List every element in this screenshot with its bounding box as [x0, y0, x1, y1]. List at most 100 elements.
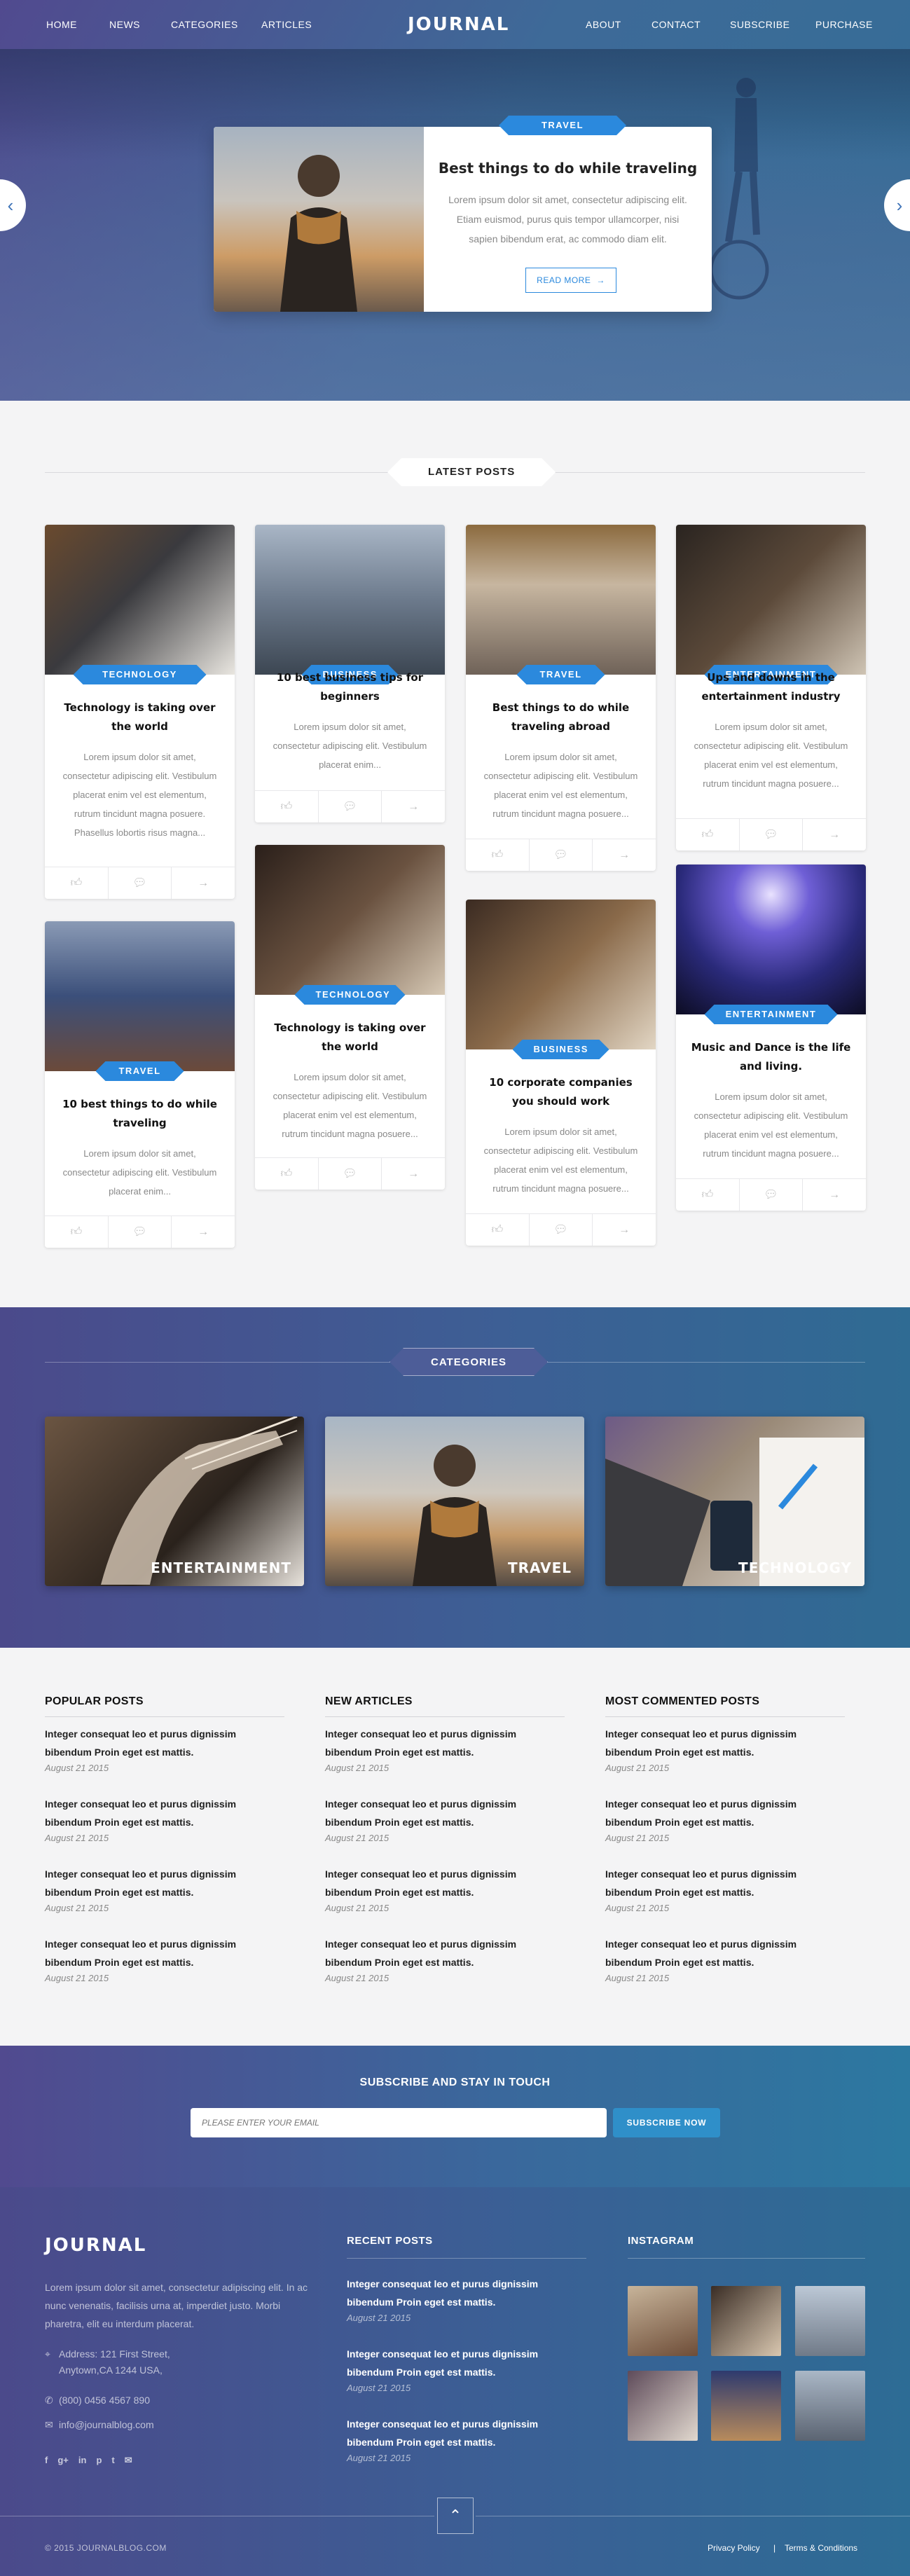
arrow-right-icon[interactable]: → — [593, 1214, 656, 1246]
nav-home[interactable]: HOME — [46, 19, 77, 30]
featured-post-tag[interactable]: TRAVEL — [499, 116, 626, 135]
list-item[interactable]: Integer consequat leo et purus dignissim… — [325, 1865, 565, 1913]
instagram-photo[interactable] — [628, 2371, 698, 2441]
nav-categories[interactable]: CATEGORIES — [171, 19, 238, 30]
list-item-title[interactable]: Integer consequat leo et purus dignissim… — [605, 1935, 845, 1971]
post-card-title[interactable]: Technology is taking over the world — [269, 1019, 431, 1056]
post-card-tag[interactable]: ENTERTAINMENT — [705, 1005, 838, 1024]
thumbs-up-icon[interactable]: 👍︎ — [466, 839, 530, 871]
post-card[interactable]: BUSINESS 10 best business tips for beginn… — [255, 525, 445, 822]
email-icon[interactable]: ✉ — [125, 2455, 132, 2466]
list-item-title[interactable]: Integer consequat leo et purus dignissim… — [605, 1725, 845, 1761]
post-card[interactable]: TECHNOLOGY Technology is taking over the … — [255, 845, 445, 1190]
category-travel[interactable]: TRAVEL — [325, 1417, 584, 1586]
list-item-title[interactable]: Integer consequat leo et purus dignissim… — [325, 1725, 565, 1761]
thumbs-up-icon[interactable]: 👍︎ — [466, 1214, 530, 1246]
google-plus-icon[interactable]: g+ — [57, 2455, 69, 2466]
list-item-title[interactable]: Integer consequat leo et purus dignissim… — [45, 1725, 284, 1761]
post-card[interactable]: BUSINESS 10 corporate companies you shoul… — [466, 900, 656, 1246]
list-item-title[interactable]: Integer consequat leo et purus dignissim… — [605, 1865, 845, 1901]
post-card[interactable]: TECHNOLOGY Technology is taking over the … — [45, 525, 235, 899]
comment-icon[interactable]: 💬︎ — [319, 1158, 382, 1190]
list-item[interactable]: Integer consequat leo et purus dignissim… — [325, 1725, 565, 1773]
post-card-tag[interactable]: TECHNOLOGY — [295, 985, 406, 1005]
comment-icon[interactable]: 💬︎ — [530, 839, 593, 871]
nav-purchase[interactable]: PURCHASE — [815, 19, 873, 30]
comment-icon[interactable]: 💬︎ — [740, 819, 804, 850]
thumbs-up-icon[interactable]: 👍︎ — [45, 867, 109, 899]
post-card[interactable]: ENTERTAINMENT Music and Dance is the life… — [676, 865, 866, 1211]
recent-post-title[interactable]: Integer consequat leo et purus dignissim… — [347, 2345, 586, 2381]
list-item[interactable]: Integer consequat leo et purus dignissim… — [605, 1865, 845, 1913]
list-item[interactable]: Integer consequat leo et purus dignissim… — [45, 1865, 284, 1913]
post-card-tag[interactable]: TRAVEL — [96, 1061, 184, 1081]
list-item[interactable]: Integer consequat leo et purus dignissim… — [325, 1795, 565, 1843]
list-item-title[interactable]: Integer consequat leo et purus dignissim… — [45, 1935, 284, 1971]
thumbs-up-icon[interactable]: 👍︎ — [676, 819, 740, 850]
post-card-title[interactable]: Music and Dance is the life and living. — [690, 1038, 852, 1076]
nav-subscribe[interactable]: SUBSCRIBE — [730, 19, 790, 30]
thumbs-up-icon[interactable]: 👍︎ — [255, 1158, 319, 1190]
privacy-link[interactable]: Privacy Policy — [708, 2543, 760, 2553]
list-item[interactable]: Integer consequat leo et purus dignissim… — [45, 1935, 284, 1983]
recent-post-item[interactable]: Integer consequat leo et purus dignissim… — [347, 2415, 586, 2463]
post-card[interactable]: TRAVEL Best things to do while traveling … — [466, 525, 656, 871]
post-card-title[interactable]: Technology is taking over the world — [59, 698, 221, 736]
list-item-title[interactable]: Integer consequat leo et purus dignissim… — [325, 1795, 565, 1831]
list-item-title[interactable]: Integer consequat leo et purus dignissim… — [45, 1795, 284, 1831]
post-card-image[interactable] — [45, 921, 235, 1071]
recent-post-item[interactable]: Integer consequat leo et purus dignissim… — [347, 2275, 586, 2323]
instagram-photo[interactable] — [628, 2286, 698, 2356]
read-more-button[interactable]: READ MORE → — [525, 268, 616, 293]
post-card-tag[interactable]: TECHNOLOGY — [74, 665, 207, 684]
list-item[interactable]: Integer consequat leo et purus dignissim… — [605, 1935, 845, 1983]
arrow-right-icon[interactable]: → — [593, 839, 656, 871]
post-card-tag[interactable]: BUSINESS — [513, 1040, 609, 1059]
nav-news[interactable]: NEWS — [109, 19, 140, 30]
arrow-right-icon[interactable]: → — [382, 1158, 445, 1190]
comment-icon[interactable]: 💬︎ — [740, 1179, 804, 1211]
post-card[interactable]: TRAVEL 10 best things to do while traveli… — [45, 921, 235, 1248]
thumbs-up-icon[interactable]: 👍︎ — [45, 1216, 109, 1248]
comment-icon[interactable]: 💬︎ — [109, 1216, 172, 1248]
nav-contact[interactable]: CONTACT — [652, 19, 701, 30]
post-card-image[interactable] — [255, 525, 445, 675]
arrow-right-icon[interactable]: → — [803, 819, 866, 850]
thumbs-up-icon[interactable]: 👍︎ — [255, 791, 319, 822]
list-item[interactable]: Integer consequat leo et purus dignissim… — [605, 1795, 845, 1843]
post-card-image[interactable] — [676, 525, 866, 675]
post-card-title[interactable]: 10 best business tips for beginners — [269, 668, 431, 706]
instagram-photo[interactable] — [795, 2286, 865, 2356]
footer-email[interactable]: info@journalblog.com — [59, 2419, 154, 2430]
comment-icon[interactable]: 💬︎ — [530, 1214, 593, 1246]
arrow-right-icon[interactable]: → — [172, 1216, 235, 1248]
post-card-title[interactable]: 10 best things to do while traveling — [59, 1095, 221, 1133]
instagram-photo[interactable] — [711, 2371, 781, 2441]
post-card-image[interactable] — [45, 525, 235, 675]
post-card-title[interactable]: Ups and downs in the entertainment indus… — [690, 668, 852, 706]
list-item[interactable]: Integer consequat leo et purus dignissim… — [605, 1725, 845, 1773]
recent-post-title[interactable]: Integer consequat leo et purus dignissim… — [347, 2415, 586, 2451]
post-card-title[interactable]: Best things to do while traveling abroad — [480, 698, 642, 736]
nav-about[interactable]: ABOUT — [586, 19, 621, 30]
instagram-photo[interactable] — [795, 2371, 865, 2441]
comment-icon[interactable]: 💬︎ — [319, 791, 382, 822]
post-card[interactable]: ENTERTAINMENT Ups and downs in the entert… — [676, 525, 866, 850]
list-item-title[interactable]: Integer consequat leo et purus dignissim… — [325, 1935, 565, 1971]
list-item-title[interactable]: Integer consequat leo et purus dignissim… — [45, 1865, 284, 1901]
list-item-title[interactable]: Integer consequat leo et purus dignissim… — [605, 1795, 845, 1831]
email-input[interactable] — [191, 2108, 607, 2137]
pinterest-icon[interactable]: p — [96, 2455, 102, 2466]
recent-post-title[interactable]: Integer consequat leo et purus dignissim… — [347, 2275, 586, 2311]
post-card-image[interactable] — [466, 900, 656, 1049]
category-technology[interactable]: TECHNOLOGY — [605, 1417, 864, 1586]
post-card-image[interactable] — [255, 845, 445, 995]
comment-icon[interactable]: 💬︎ — [109, 867, 172, 899]
list-item[interactable]: Integer consequat leo et purus dignissim… — [325, 1935, 565, 1983]
footer-logo[interactable]: JOURNAL — [45, 2235, 146, 2256]
site-logo[interactable]: JOURNAL — [408, 14, 509, 35]
twitter-icon[interactable]: t — [111, 2455, 114, 2466]
featured-post-title[interactable]: Best things to do while traveling — [424, 160, 712, 177]
terms-link[interactable]: Terms & Conditions — [785, 2543, 857, 2553]
list-item[interactable]: Integer consequat leo et purus dignissim… — [45, 1725, 284, 1773]
